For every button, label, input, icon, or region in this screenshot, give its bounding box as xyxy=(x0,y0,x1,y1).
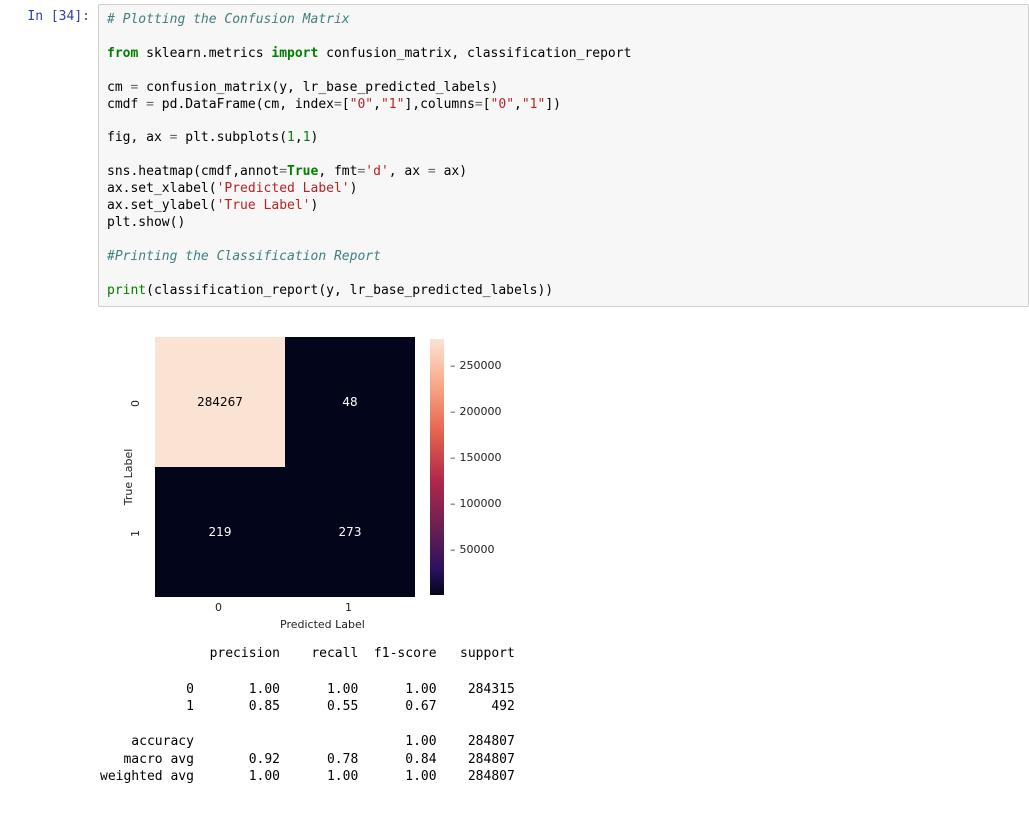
code-text: sns.heatmap(cmdf,annot xyxy=(107,164,279,179)
cbar-tick-150000: 150000 xyxy=(450,451,502,464)
code-text: ]) xyxy=(545,97,561,112)
hm-cell-10: 219 xyxy=(155,467,285,597)
import-names: confusion_matrix, classification_report xyxy=(326,46,631,61)
code-text: ],columns xyxy=(404,97,474,112)
code-text: ) xyxy=(311,198,319,213)
code-text: ax.set_xlabel( xyxy=(107,181,217,196)
str: "0" xyxy=(350,97,373,112)
y-ticks: 0 1 xyxy=(132,337,150,597)
op-eq: = xyxy=(279,164,287,179)
code-text: , xyxy=(514,97,522,112)
cbar-tick-250000: 250000 xyxy=(450,359,502,372)
kw-from: from xyxy=(107,46,138,61)
code-text: , fmt xyxy=(318,164,357,179)
code-text: [ xyxy=(342,97,350,112)
code-text: [ xyxy=(483,97,491,112)
op-eq: = xyxy=(428,164,436,179)
code-cell: In [34]: # Plotting the Confusion Matrix… xyxy=(0,0,1029,311)
x-tick-1: 1 xyxy=(345,601,352,614)
code-text: pd.DataFrame(cm, index xyxy=(154,97,334,112)
str: 'True Label' xyxy=(217,198,311,213)
str: "1" xyxy=(522,97,545,112)
code-input[interactable]: # Plotting the Confusion Matrix from skl… xyxy=(98,4,1029,307)
builtin-print: print xyxy=(107,283,146,298)
code-text: ) xyxy=(311,130,319,145)
hm-cell-11: 273 xyxy=(285,467,415,597)
report-header: precision recall f1-score support xyxy=(100,646,515,661)
code-text: confusion_matrix(y, lr_base_predicted_la… xyxy=(138,80,498,95)
code-text: cmdf xyxy=(107,97,146,112)
num: 1 xyxy=(303,130,311,145)
code-text: ax) xyxy=(436,164,467,179)
code-text: , ax xyxy=(389,164,428,179)
report-accuracy: accuracy 1.00 284807 xyxy=(100,734,515,749)
code-text: , xyxy=(373,97,381,112)
op-eq: = xyxy=(475,97,483,112)
code-comment: # Plotting the Confusion Matrix xyxy=(107,12,350,27)
report-macro-avg: macro avg 0.92 0.78 0.84 284807 xyxy=(100,752,515,767)
report-weighted-avg: weighted avg 1.00 1.00 1.00 284807 xyxy=(100,769,515,784)
colorbar-ticks: 250000 200000 150000 100000 50000 xyxy=(450,339,520,595)
code-text: plt.subplots( xyxy=(177,130,287,145)
kw-import: import xyxy=(271,46,318,61)
module-name: sklearn.metrics xyxy=(146,46,263,61)
heatmap-grid: 284267 48 219 273 xyxy=(155,337,415,597)
num: 1 xyxy=(287,130,295,145)
code-comment: #Printing the Classification Report xyxy=(107,249,381,264)
op-eq: = xyxy=(334,97,342,112)
cbar-tick-100000: 100000 xyxy=(450,497,502,510)
hm-cell-01: 48 xyxy=(285,337,415,467)
classification-report: precision recall f1-score support 0 1.00… xyxy=(100,645,1029,785)
x-ticks: 0 1 xyxy=(155,601,415,617)
cbar-tick-200000: 200000 xyxy=(450,405,502,418)
x-axis-label: Predicted Label xyxy=(280,618,365,631)
y-tick-0: 0 xyxy=(129,400,142,407)
cbar-tick-50000: 50000 xyxy=(450,543,495,556)
code-text: ) xyxy=(350,181,358,196)
output-area: True Label 0 1 284267 48 219 273 0 1 Pre… xyxy=(90,311,1029,785)
confusion-matrix-figure: True Label 0 1 284267 48 219 273 0 1 Pre… xyxy=(100,317,600,637)
x-tick-0: 0 xyxy=(215,601,222,614)
colorbar xyxy=(430,339,444,595)
code-text: fig, ax xyxy=(107,130,170,145)
str: "1" xyxy=(381,97,404,112)
hm-cell-00: 284267 xyxy=(155,337,285,467)
op-eq: = xyxy=(146,97,154,112)
code-text: plt.show() xyxy=(107,215,185,230)
report-row-1: 1 0.85 0.55 0.67 492 xyxy=(100,699,515,714)
y-tick-1: 1 xyxy=(129,530,142,537)
code-text: (classification_report(y, lr_base_predic… xyxy=(146,283,553,298)
code-text: ax.set_ylabel( xyxy=(107,198,217,213)
kw-true: True xyxy=(287,164,318,179)
code-text: cm xyxy=(107,80,130,95)
report-row-0: 0 1.00 1.00 1.00 284315 xyxy=(100,682,515,697)
input-prompt: In [34]: xyxy=(0,4,98,29)
str: 'Predicted Label' xyxy=(217,181,350,196)
str: 'd' xyxy=(365,164,388,179)
code-text: , xyxy=(295,130,303,145)
str: "0" xyxy=(491,97,514,112)
